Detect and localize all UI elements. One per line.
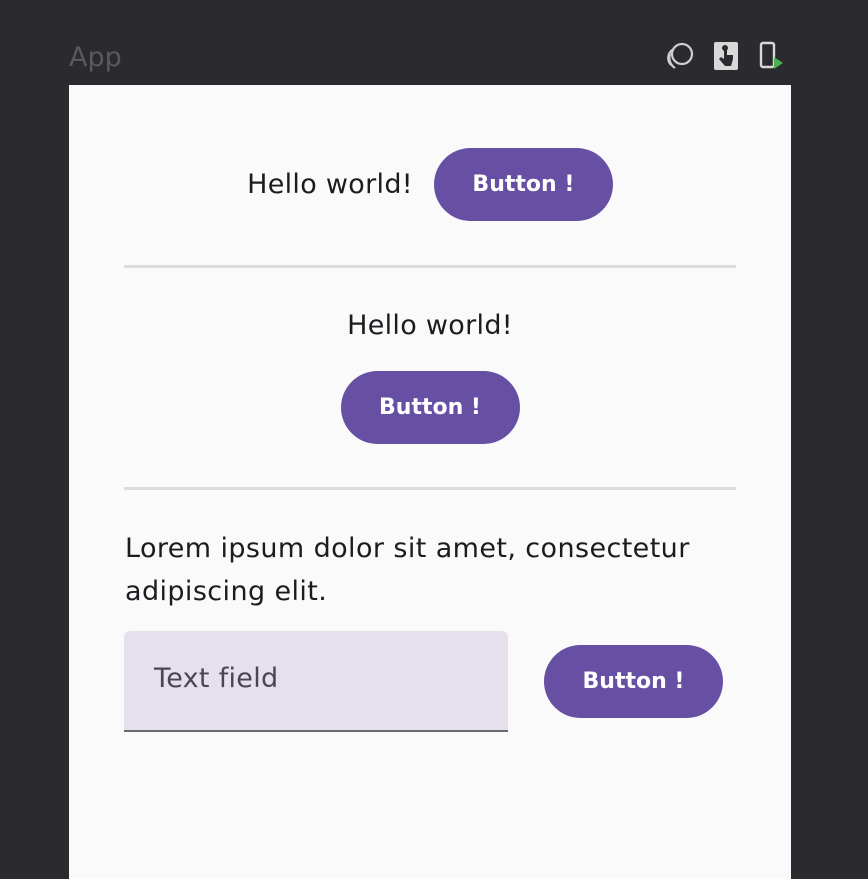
- run-on-device-icon[interactable]: [756, 40, 788, 72]
- interactive-mode-icon[interactable]: [664, 40, 696, 72]
- column-section: Hello world! Button !: [69, 307, 791, 444]
- preview-tool-icons: [664, 40, 788, 72]
- divider: [124, 265, 736, 268]
- device-preview-surface: Hello world! Button ! Hello world! Butto…: [69, 85, 791, 879]
- form-button[interactable]: Button !: [544, 645, 723, 718]
- hello-text: Hello world!: [347, 310, 513, 341]
- preview-title: App: [69, 42, 122, 73]
- text-field[interactable]: Text field: [124, 631, 508, 732]
- divider: [124, 487, 736, 490]
- lorem-paragraph: Lorem ipsum dolor sit amet, consectetur …: [125, 533, 690, 607]
- preview-toolbar: App: [0, 0, 868, 85]
- row-section: Hello world! Button !: [69, 148, 791, 221]
- row-button[interactable]: Button !: [433, 148, 613, 221]
- column-button[interactable]: Button !: [340, 371, 520, 444]
- touch-mode-icon[interactable]: [710, 40, 742, 72]
- hello-text: Hello world!: [247, 169, 413, 200]
- text-field-placeholder: Text field: [154, 663, 279, 694]
